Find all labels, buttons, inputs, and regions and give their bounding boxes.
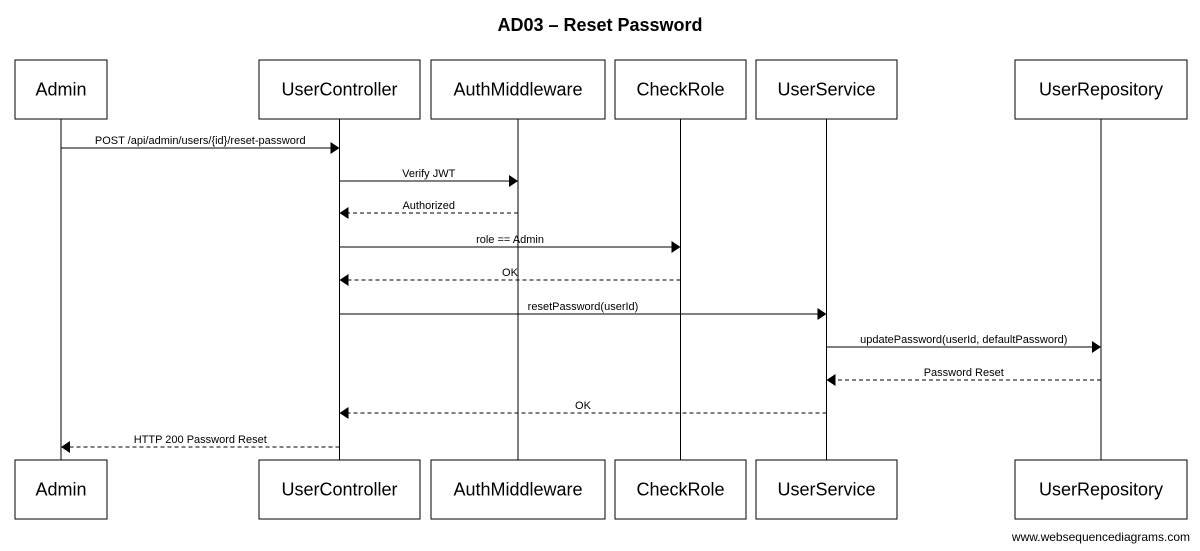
participant-box-authmiddleware-bottom: AuthMiddleware [430,459,606,520]
sequence-diagram: AD03 – Reset Password POST /api/admin/us… [14,15,1190,544]
arrow-head-icon [509,175,518,187]
participant-boxes-bottom: Admin UserController AuthMiddleware CheckRo… [14,459,1188,520]
participant-box-checkrole-top: CheckRole [614,59,747,120]
participant-label-userrepository-bottom: UserRepository [1039,480,1163,500]
participant-box-usercontroller-bottom: UserController [258,459,421,520]
participant-label-usercontroller-top: UserController [281,80,397,100]
message-3: Authorized [339,200,518,219]
participant-box-admin-bottom: Admin [14,459,108,520]
arrow-head-icon [826,374,836,386]
participant-box-userrepository-top: UserRepository [1014,59,1188,120]
participant-box-userservice-top: UserService [755,59,898,120]
arrow-head-icon [1092,341,1101,353]
participant-label-authmiddleware-top: AuthMiddleware [453,80,582,100]
message-9: OK [339,400,827,419]
message-label: OK [502,267,519,279]
message-4: role == Admin [339,234,681,253]
message-label: role == Admin [476,234,544,246]
messages: POST /api/admin/users/{id}/reset-passwor… [61,135,1101,453]
participant-box-userservice-bottom: UserService [755,459,898,520]
arrow-head-icon [339,274,349,286]
participant-box-authmiddleware-top: AuthMiddleware [430,59,606,120]
participant-label-userservice-bottom: UserService [777,480,875,500]
message-2: Verify JWT [339,168,518,187]
participant-box-admin-top: Admin [14,59,108,120]
diagram-title: AD03 – Reset Password [497,15,702,35]
participant-box-usercontroller-top: UserController [258,59,421,120]
message-7: updatePassword(userId, defaultPassword) [826,334,1101,353]
participant-label-checkrole-bottom: CheckRole [636,480,724,500]
message-1: POST /api/admin/users/{id}/reset-passwor… [61,135,340,154]
message-label: Authorized [402,200,455,212]
participant-label-admin-top: Admin [35,80,86,100]
participant-label-usercontroller-bottom: UserController [281,480,397,500]
arrow-head-icon [671,241,681,253]
message-5: OK [339,267,681,286]
participant-label-checkrole-top: CheckRole [636,80,724,100]
message-label: updatePassword(userId, defaultPassword) [860,334,1067,346]
participant-box-userrepository-bottom: UserRepository [1014,459,1188,520]
message-label: Password Reset [924,367,1004,379]
sequence-diagram-page: AD03 – Reset Password POST /api/admin/us… [0,0,1200,551]
message-label: resetPassword(userId) [528,301,639,313]
participant-label-userservice-top: UserService [777,80,875,100]
message-label: HTTP 200 Password Reset [134,434,267,446]
arrow-head-icon [61,441,70,453]
participant-box-checkrole-bottom: CheckRole [614,459,747,520]
message-label: OK [575,400,592,412]
arrow-head-icon [330,142,340,154]
participant-label-authmiddleware-bottom: AuthMiddleware [453,480,582,500]
message-label: Verify JWT [402,168,455,180]
message-10: HTTP 200 Password Reset [61,434,340,453]
message-label: POST /api/admin/users/{id}/reset-passwor… [95,135,306,147]
message-6: resetPassword(userId) [339,301,827,320]
arrow-head-icon [339,207,349,219]
participant-boxes-top: Admin UserController AuthMiddleware CheckRo… [14,59,1188,120]
watermark: www.websequencediagrams.com [1011,530,1190,544]
participant-label-userrepository-top: UserRepository [1039,80,1163,100]
arrow-head-icon [339,407,349,419]
arrow-head-icon [817,308,827,320]
participant-label-admin-bottom: Admin [35,480,86,500]
message-8: Password Reset [826,367,1101,386]
